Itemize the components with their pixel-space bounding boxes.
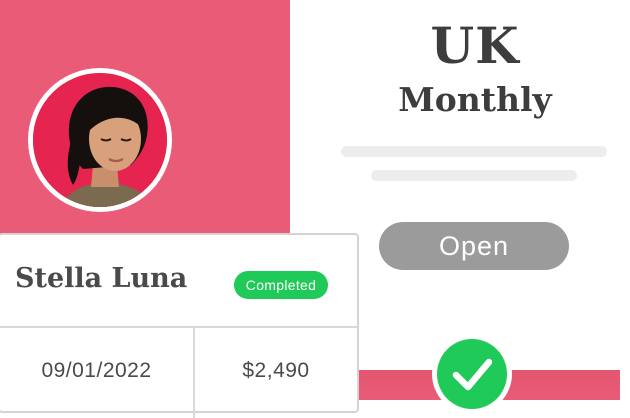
placeholder-text-line [371,170,577,181]
user-photo-icon [33,73,167,207]
payment-date: 09/01/2022 [41,359,152,382]
checkmark-badge [432,334,512,414]
avatar-ring [28,68,172,212]
card-divider [0,326,357,328]
customer-name: Stella Luna [15,263,188,294]
customer-card: Stella Luna Completed 09/01/2022 $2,490 [0,233,359,418]
open-button[interactable]: Open [379,222,569,270]
plan-period-subtitle: Monthly [398,80,552,119]
placeholder-text-line [341,146,607,157]
payment-amount: $2,490 [242,359,310,382]
avatar [33,73,167,207]
status-badge: Completed [234,271,328,299]
checkmark-icon [452,358,493,391]
plan-region-title: UK [430,16,520,75]
